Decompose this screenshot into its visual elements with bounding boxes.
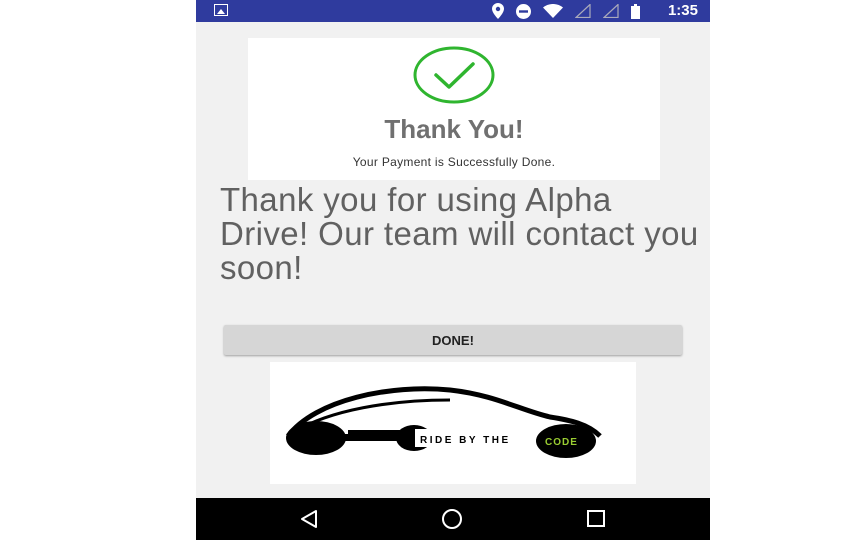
car-logo-image: RIDE BY THE CODE — [286, 386, 602, 458]
status-bar: 1:35 — [196, 0, 710, 22]
signal-icon — [575, 4, 591, 18]
thank-you-title: Thank You! — [384, 114, 524, 144]
do-not-disturb-icon — [516, 3, 531, 19]
wifi-icon — [543, 4, 563, 18]
status-icons — [492, 3, 640, 19]
check-circle-icon — [413, 46, 495, 104]
navigation-bar — [196, 498, 710, 540]
ride-by-the-code-logo: RIDE BY THE CODE — [270, 362, 636, 484]
thank-you-message: Thank you for using Alpha Drive! Our tea… — [220, 181, 699, 286]
recents-icon[interactable] — [585, 508, 607, 530]
back-icon[interactable] — [298, 508, 320, 530]
image-icon — [214, 4, 228, 16]
logo-tagline: RIDE BY THE — [420, 435, 511, 446]
done-button[interactable]: DONE! — [224, 325, 682, 355]
payment-status-text: Your Payment is Successfully Done. — [352, 155, 556, 169]
logo-code-text: CODE — [545, 437, 578, 448]
payment-success-card: Thank You! Your Payment is Successfully … — [248, 38, 660, 180]
phone-screen: 1:35 Thank You! Your Payment is Successf… — [196, 0, 710, 540]
location-icon — [492, 3, 504, 19]
clock: 1:35 — [667, 2, 698, 19]
home-icon[interactable] — [440, 508, 464, 532]
signal-icon — [603, 4, 619, 18]
battery-icon — [631, 3, 640, 19]
